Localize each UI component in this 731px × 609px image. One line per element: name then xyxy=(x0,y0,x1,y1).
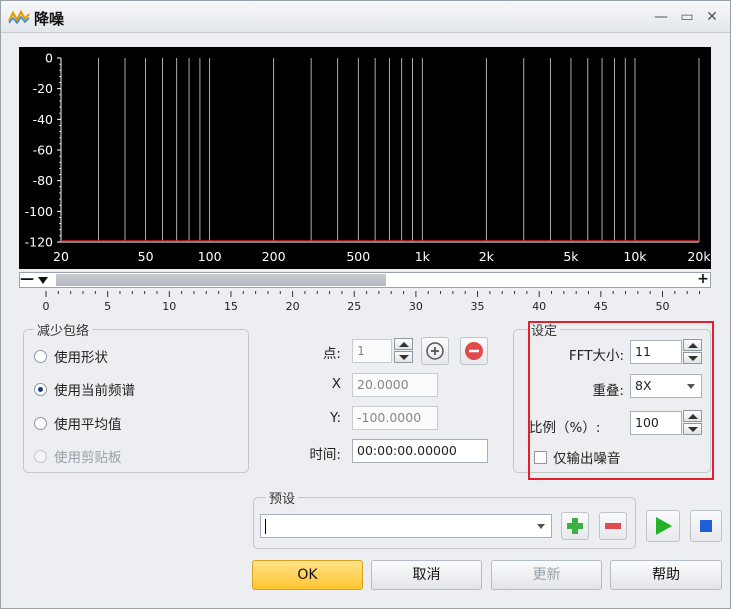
time-field[interactable]: 00:00:00.00000 xyxy=(352,439,488,463)
timeline-scrollbar[interactable]: — + xyxy=(19,272,711,288)
y-tick-label: 0 xyxy=(45,51,53,66)
minimize-icon[interactable]: — xyxy=(651,7,671,27)
stop-icon xyxy=(700,520,712,532)
add-point-button[interactable] xyxy=(421,337,449,365)
time-tick-label: 30 xyxy=(409,300,423,313)
time-tick-label: 45 xyxy=(594,300,608,313)
x-label: X xyxy=(331,376,341,392)
time-tick-label: 0 xyxy=(43,300,50,313)
point-label: 点: xyxy=(322,346,341,362)
x-tick-label: 20 xyxy=(53,249,69,264)
ok-button[interactable]: OK xyxy=(252,560,363,590)
stop-button[interactable] xyxy=(690,510,722,542)
x-tick-label: 500 xyxy=(346,249,370,264)
point-spinner[interactable] xyxy=(394,338,413,364)
scroll-thumb[interactable] xyxy=(56,274,386,286)
settings-highlight-box xyxy=(528,321,714,480)
x-tick-label: 100 xyxy=(198,249,222,264)
time-tick-label: 20 xyxy=(286,300,300,313)
time-tick-label: 5 xyxy=(104,300,111,313)
play-button[interactable] xyxy=(646,510,680,542)
x-tick-label: 2k xyxy=(479,249,495,264)
time-tick-label: 15 xyxy=(224,300,238,313)
timeline-marker-icon[interactable] xyxy=(36,273,50,287)
x-tick-label: 1k xyxy=(415,249,431,264)
y-tick-label: -100 xyxy=(25,204,53,219)
y-tick-label: -20 xyxy=(33,81,53,96)
spectrum-plot: 0 -20 -40 -60 -80 -100 -12020 50 100 200 500 1k 2k 5k… xyxy=(25,51,711,265)
time-tick-label: 35 xyxy=(471,300,485,313)
text-cursor xyxy=(265,519,266,534)
radio-use-average[interactable]: 使用平均值 xyxy=(34,413,122,433)
spectrum-graph[interactable]: 0 -20 -40 -60 -80 -100 -120 20 50 100 200 500 1k 2k 5k… xyxy=(19,47,711,269)
time-label: 时间: xyxy=(309,447,341,463)
radio-circle[interactable] xyxy=(34,382,47,396)
time-ruler: 0 5 10 15 20 25 30 35 40 45 50 xyxy=(43,291,700,313)
y-tick-label: -120 xyxy=(25,235,53,250)
time-tick-label: 50 xyxy=(656,300,670,313)
time-tick-label: 10 xyxy=(162,300,176,313)
preset-select[interactable] xyxy=(260,514,552,538)
add-preset-button[interactable] xyxy=(561,512,589,540)
update-button: 更新 xyxy=(491,560,602,590)
chevron-down-icon xyxy=(537,524,545,529)
zoom-out-button[interactable]: — xyxy=(20,272,34,287)
preset-title: 预设 xyxy=(266,488,299,507)
reduce-envelope-group: 减少包络 使用形状 使用当前频谱 使用平均值 使用剪贴板 xyxy=(23,320,249,473)
y-tick-label: -80 xyxy=(33,173,53,188)
remove-preset-button[interactable] xyxy=(599,512,627,540)
x-tick-label: 200 xyxy=(262,249,286,264)
zoom-in-button[interactable]: + xyxy=(696,272,710,287)
x-tick-label: 10k xyxy=(623,249,647,264)
radio-circle[interactable] xyxy=(34,416,47,430)
noise-reduction-dialog: 降噪 — ▭ ✕ 0 -20 -40 -60 -80 -100 -120 20 50 100 200… xyxy=(0,0,731,609)
title-bar: 降噪 — ▭ ✕ xyxy=(1,1,730,33)
reduce-envelope-title: 减少包络 xyxy=(34,320,93,339)
remove-point-button[interactable] xyxy=(460,337,488,365)
time-tick-label: 25 xyxy=(347,300,361,313)
x-tick-label: 20k xyxy=(687,249,711,264)
point-index-field[interactable]: 1 xyxy=(352,339,392,363)
time-tick-label: 40 xyxy=(532,300,546,313)
cancel-button[interactable]: 取消 xyxy=(371,560,482,590)
y-tick-label: -40 xyxy=(33,112,53,127)
x-tick-label: 5k xyxy=(563,249,579,264)
radio-use-current-spectrum[interactable]: 使用当前频谱 xyxy=(34,379,135,399)
close-icon[interactable]: ✕ xyxy=(702,7,722,27)
y-tick-label: -60 xyxy=(33,143,53,158)
minus-icon xyxy=(605,523,621,529)
play-icon xyxy=(656,517,672,535)
minus-circle-icon xyxy=(465,342,483,360)
plus-icon xyxy=(567,518,583,534)
x-value-field[interactable]: 20.0000 xyxy=(352,373,438,397)
radio-circle xyxy=(34,449,47,463)
y-value-field[interactable]: -100.0000 xyxy=(352,406,438,430)
plus-circle-icon xyxy=(426,342,444,360)
help-button[interactable]: 帮助 xyxy=(610,560,722,590)
radio-use-shape[interactable]: 使用形状 xyxy=(34,346,108,366)
x-tick-label: 50 xyxy=(138,249,154,264)
app-wave-icon xyxy=(8,9,30,25)
window-title: 降噪 xyxy=(34,10,65,28)
radio-circle[interactable] xyxy=(34,349,47,363)
radio-use-clipboard: 使用剪贴板 xyxy=(34,446,122,466)
y-label: Y: xyxy=(329,410,341,426)
maximize-icon[interactable]: ▭ xyxy=(677,7,697,27)
